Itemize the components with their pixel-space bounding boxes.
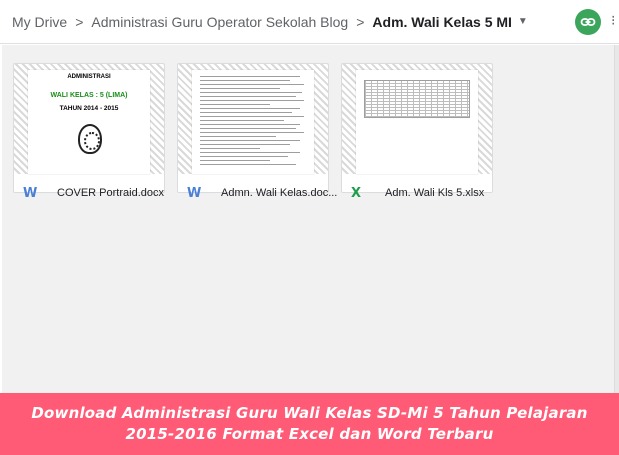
vertical-scrollbar[interactable] — [615, 45, 619, 393]
thumbnail-year: TAHUN 2014 - 2015 — [59, 105, 119, 112]
file-thumbnail: ADMINISTRASI WALI KELAS : 5 (LIMA) TAHUN… — [14, 64, 164, 174]
get-link-button[interactable] — [575, 9, 601, 35]
thumbnail-class: WALI KELAS : 5 (LIMA) — [50, 92, 128, 99]
folder-menu-dropdown-icon[interactable]: ▼ — [518, 16, 528, 27]
excel-icon: X — [351, 185, 362, 201]
file-caption[interactable]: W COVER Portraid.docx — [23, 185, 164, 201]
banner-title-line-2: 2015-2016 Format Excel dan Word Terbaru — [125, 425, 494, 443]
drive-toolbar: My Drive > Administrasi Guru Operator Se… — [0, 0, 619, 44]
breadcrumb-my-drive[interactable]: My Drive — [12, 14, 67, 30]
spreadsheet-page-preview — [356, 70, 478, 174]
school-emblem-icon — [78, 124, 102, 154]
file-card-excel[interactable] — [341, 63, 493, 193]
file-grid: ADMINISTRASI WALI KELAS : 5 (LIMA) TAHUN… — [2, 45, 615, 393]
breadcrumb-folder-administrasi[interactable]: Administrasi Guru Operator Sekolah Blog — [91, 14, 348, 30]
file-caption[interactable]: W Admn. Wali Kelas.doc... — [187, 185, 337, 201]
spreadsheet-grid-preview — [364, 80, 470, 118]
breadcrumb-current-folder[interactable]: Adm. Wali Kelas 5 MI — [372, 14, 512, 30]
word-icon: W — [23, 185, 38, 201]
banner-title-line-1: Download Administrasi Guru Wali Kelas SD… — [31, 404, 588, 422]
file-card-cover[interactable]: ADMINISTRASI WALI KELAS : 5 (LIMA) TAHUN… — [13, 63, 165, 193]
document-page-preview: ADMINISTRASI WALI KELAS : 5 (LIMA) TAHUN… — [28, 70, 150, 174]
file-name[interactable]: COVER Portraid.docx — [57, 187, 164, 199]
file-name[interactable]: Adm. Wali Kls 5.xlsx — [385, 187, 484, 199]
file-thumbnail — [178, 64, 328, 174]
thumbnail-title: ADMINISTRASI — [67, 74, 111, 80]
file-caption[interactable]: X Adm. Wali Kls 5.xlsx — [351, 185, 484, 201]
file-card-wali-kelas-doc[interactable] — [177, 63, 329, 193]
document-page-preview — [192, 70, 314, 174]
breadcrumb-separator: > — [356, 13, 365, 30]
promo-banner: Download Administrasi Guru Wali Kelas SD… — [0, 393, 619, 455]
word-icon: W — [187, 185, 202, 201]
link-icon — [580, 18, 596, 26]
breadcrumb-separator: > — [75, 13, 84, 30]
file-name[interactable]: Admn. Wali Kelas.doc... — [221, 187, 337, 199]
file-thumbnail — [342, 64, 492, 174]
more-options-icon[interactable]: ⁝ — [611, 12, 615, 29]
